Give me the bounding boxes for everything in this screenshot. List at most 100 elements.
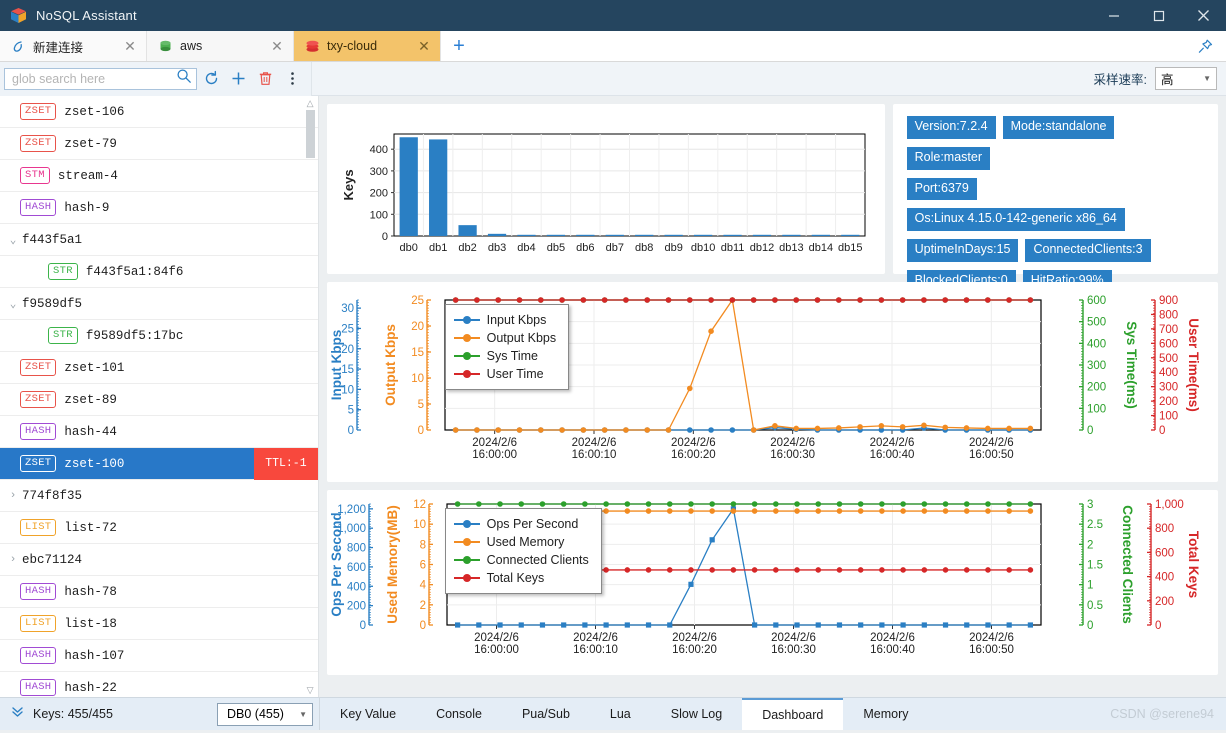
tree-row[interactable]: ZSETzset-106	[0, 96, 318, 128]
chevron-down-icon: ▼	[299, 710, 307, 719]
add-icon[interactable]	[226, 67, 251, 91]
svg-text:db12: db12	[749, 242, 773, 254]
tree-row-label: hash-9	[64, 201, 109, 215]
sampling-rate-select[interactable]: 高 ▼	[1155, 67, 1217, 90]
tree-row[interactable]: ZSETzset-89	[0, 384, 318, 416]
minimize-button[interactable]	[1091, 0, 1136, 31]
bottom-tab-lua[interactable]: Lua	[590, 698, 651, 730]
tree-row-label: hash-107	[64, 649, 124, 663]
tab-close-icon[interactable]: ✕	[123, 39, 137, 53]
delete-icon[interactable]	[253, 67, 278, 91]
maximize-button[interactable]	[1136, 0, 1181, 31]
search-box[interactable]	[4, 68, 197, 90]
sampling-rate-value: 高	[1161, 69, 1174, 88]
chevron-right-icon[interactable]: ›	[4, 554, 22, 566]
tree-row[interactable]: ›774f8f35	[0, 480, 318, 512]
tree-row[interactable]: ZSETzset-100TTL:-1	[0, 448, 318, 480]
tree-row-label: 774f8f35	[22, 489, 82, 503]
more-icon[interactable]	[280, 67, 305, 91]
refresh-icon[interactable]	[199, 67, 224, 91]
chevron-down-icon: ▼	[1203, 74, 1211, 83]
tree-row-label: hash-78	[64, 585, 117, 599]
ops-memory-chart: 2024/2/616:00:002024/2/616:00:102024/2/6…	[327, 490, 1218, 675]
scroll-up-icon[interactable]: △	[305, 98, 316, 108]
server-info-panel: Version:7.2.4Mode:standaloneRole:masterP…	[893, 104, 1218, 274]
tree-row-label: zset-100	[64, 457, 124, 471]
tree-row[interactable]: HASHhash-107	[0, 640, 318, 672]
svg-text:2: 2	[419, 600, 425, 612]
svg-text:800: 800	[1155, 523, 1174, 535]
svg-text:5: 5	[347, 405, 353, 417]
info-badge: UptimeInDays:15	[907, 239, 1019, 262]
chevron-down-icon[interactable]: ⌄	[4, 297, 22, 311]
tree-row[interactable]: HASHhash-9	[0, 192, 318, 224]
tree-row[interactable]: STMstream-4	[0, 160, 318, 192]
tree-row[interactable]: ⌄f9589df5	[0, 288, 318, 320]
legend-label: Output Kbps	[487, 331, 557, 345]
database-red-icon	[305, 39, 320, 54]
toolbar: 采样速率: 高 ▼	[0, 62, 1226, 96]
tab-aws[interactable]: aws ✕	[147, 31, 294, 61]
tree-row[interactable]: STRf443f5a1:84f6	[0, 256, 318, 288]
svg-text:16:00:40: 16:00:40	[870, 644, 915, 656]
bottom-tab-key-value[interactable]: Key Value	[320, 698, 416, 730]
bottom-tab-dashboard[interactable]: Dashboard	[742, 698, 843, 730]
key-type-badge: HASH	[20, 679, 56, 695]
key-tree[interactable]: ZSETzset-106ZSETzset-79STMstream-4HASHha…	[0, 96, 318, 697]
bottom-tab-console[interactable]: Console	[416, 698, 502, 730]
bottom-tab-slow-log[interactable]: Slow Log	[651, 698, 742, 730]
network-cpu-legend: Input KbpsOutput KbpsSys TimeUser Time	[445, 304, 570, 390]
svg-text:700: 700	[1159, 324, 1178, 336]
tree-row[interactable]: HASHhash-78	[0, 576, 318, 608]
chevron-down-icon[interactable]: ⌄	[4, 233, 22, 247]
tree-row[interactable]: HASHhash-44	[0, 416, 318, 448]
bottom-tab-pua-sub[interactable]: Pua/Sub	[502, 698, 590, 730]
key-type-badge: ZSET	[20, 455, 56, 471]
tree-row[interactable]: ZSETzset-101	[0, 352, 318, 384]
info-badge: Role:master	[907, 147, 990, 170]
tab-new-connection[interactable]: 新建连接 ✕	[0, 31, 147, 61]
svg-text:Connected Clients: Connected Clients	[1120, 505, 1135, 624]
tab-close-icon[interactable]: ✕	[270, 39, 284, 53]
bottom-tab-memory[interactable]: Memory	[843, 698, 928, 730]
tree-row[interactable]: ›ebc71124	[0, 544, 318, 576]
dashboard-row-top: 0100200300400db0db1db2db3db4db5db6db7db8…	[327, 104, 1218, 274]
scrollbar-thumb[interactable]	[306, 110, 315, 158]
database-select[interactable]: DB0 (455) ▼	[217, 703, 313, 726]
search-input[interactable]	[12, 72, 176, 86]
tree-row-label: f443f5a1:84f6	[86, 265, 184, 279]
sampling-rate-label: 采样速率:	[1094, 69, 1147, 88]
svg-text:0: 0	[347, 425, 353, 437]
svg-text:100: 100	[1159, 411, 1178, 423]
svg-text:2.5: 2.5	[1087, 519, 1103, 531]
svg-text:2024/2/6: 2024/2/6	[969, 632, 1014, 644]
tab-close-icon[interactable]: ✕	[417, 39, 431, 53]
svg-text:0: 0	[1087, 425, 1093, 437]
key-type-badge: STR	[48, 327, 78, 343]
search-icon[interactable]	[176, 68, 192, 89]
main-body: ZSETzset-106ZSETzset-79STMstream-4HASHha…	[0, 96, 1226, 697]
chevron-double-down-icon[interactable]	[10, 704, 25, 724]
svg-text:Ops Per Second: Ops Per Second	[329, 512, 344, 616]
add-tab-button[interactable]: +	[441, 31, 477, 61]
legend-swatch-icon	[454, 319, 480, 321]
svg-text:db0: db0	[399, 242, 417, 254]
sidebar-scrollbar[interactable]: △ ▽	[305, 98, 316, 695]
svg-text:3: 3	[1087, 499, 1093, 511]
svg-text:db8: db8	[635, 242, 653, 254]
tree-row[interactable]: HASHhash-22	[0, 672, 318, 697]
svg-text:10: 10	[413, 519, 426, 531]
tree-row[interactable]: ZSETzset-79	[0, 128, 318, 160]
svg-text:Used Memory(MB): Used Memory(MB)	[385, 505, 400, 624]
pin-icon[interactable]	[1197, 38, 1214, 55]
tree-row[interactable]: LISTlist-72	[0, 512, 318, 544]
tab-txy-cloud[interactable]: txy-cloud ✕	[294, 31, 441, 61]
tree-row[interactable]: ⌄f443f5a1	[0, 224, 318, 256]
window-controls	[1091, 0, 1226, 31]
tree-row[interactable]: STRf9589df5:17bc	[0, 320, 318, 352]
chevron-right-icon[interactable]: ›	[4, 490, 22, 502]
tree-row[interactable]: LISTlist-18	[0, 608, 318, 640]
close-button[interactable]	[1181, 0, 1226, 31]
ops-memory-legend: Ops Per SecondUsed MemoryConnected Clien…	[445, 508, 602, 594]
scroll-down-icon[interactable]: ▽	[305, 685, 316, 695]
